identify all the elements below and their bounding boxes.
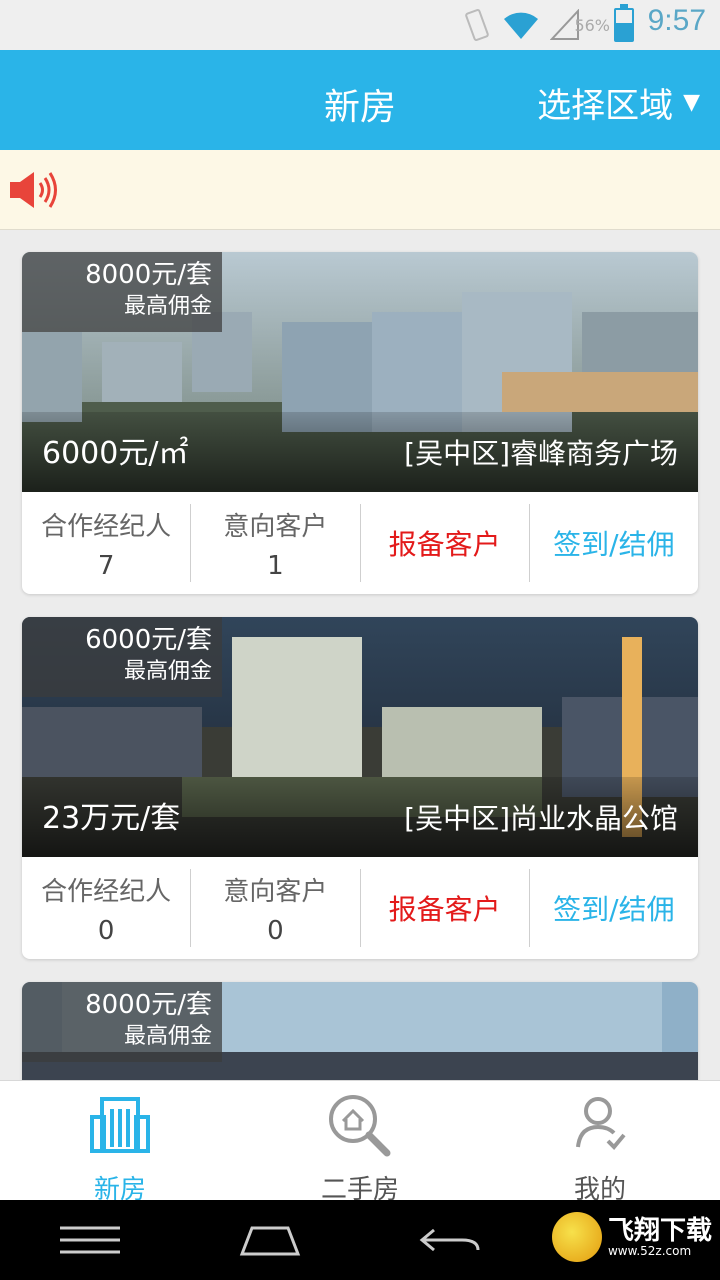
watermark-logo-icon: [551, 1212, 602, 1262]
app-bar: 新房 选择区域 ▼: [0, 50, 720, 150]
commission-amount: 6000元/套: [85, 625, 212, 655]
vibrate-icon: [465, 9, 489, 41]
chevron-down-icon: ▼: [683, 90, 700, 115]
checkin-settle-label: 签到/结佣: [553, 528, 675, 561]
watermark-text: 飞翔下载: [607, 1215, 712, 1245]
intent-clients-label: 意向客户: [223, 511, 328, 542]
commission-amount: 8000元/套: [85, 260, 212, 290]
partner-agents: 合作经纪人 0: [22, 869, 192, 947]
register-client-button[interactable]: 报备客户: [361, 504, 530, 582]
listing-stats: 合作经纪人 7 意向客户 1 报备客户 签到/结佣: [22, 492, 698, 594]
notice-bar[interactable]: [0, 150, 720, 230]
intent-clients-count: 1: [267, 550, 284, 581]
listing-card[interactable]: 8000元/套 最高佣金 6000元/㎡ [吴中区]睿峰商务广场 合作经纪人 7…: [22, 252, 698, 594]
partner-agents-count: 7: [97, 550, 115, 581]
listing-feed[interactable]: 8000元/套 最高佣金 6000元/㎡ [吴中区]睿峰商务广场 合作经纪人 7…: [0, 230, 720, 1080]
watermark: 飞翔下载 www.52z.com: [551, 1212, 712, 1262]
partner-agents: 合作经纪人 7: [22, 504, 192, 582]
tab-mine[interactable]: 我的: [480, 1081, 720, 1205]
battery-icon: [614, 4, 634, 42]
back-icon[interactable]: [418, 1220, 482, 1260]
listing-photo[interactable]: 8000元/套 最高佣金 6000元/㎡ [吴中区]睿峰商务广场: [22, 252, 698, 492]
register-client-button[interactable]: 报备客户: [361, 869, 530, 947]
listing-card[interactable]: 6000元/套 最高佣金 23万元/套 [吴中区]尚业水晶公馆 合作经纪人 0 …: [22, 617, 698, 959]
speaker-icon: [10, 172, 57, 208]
battery-level: [616, 23, 632, 40]
listing-stats: 合作经纪人 0 意向客户 0 报备客户 签到/结佣: [22, 857, 698, 959]
watermark-text-group: 飞翔下载 www.52z.com: [608, 1216, 712, 1258]
commission-label: 最高佣金: [123, 294, 212, 319]
listing-name: [吴中区]尚业水晶公馆: [404, 802, 678, 835]
commission-label: 最高佣金: [123, 1024, 212, 1049]
listing-caption: 23万元/套 [吴中区]尚业水晶公馆: [22, 777, 698, 857]
bottom-tab-bar: 新房 二手房 我的: [0, 1080, 720, 1205]
clock: 9:57: [647, 4, 706, 37]
intent-clients: 意向客户 1: [191, 504, 361, 582]
intent-clients-label: 意向客户: [223, 876, 328, 907]
tab-new-homes[interactable]: 新房: [0, 1081, 240, 1205]
house-search-icon: [329, 1095, 391, 1157]
listing-caption: 6000元/㎡ [吴中区]睿峰商务广场: [22, 412, 698, 492]
listing-card[interactable]: 8000元/套 最高佣金: [22, 982, 698, 1080]
listing-photo[interactable]: 8000元/套 最高佣金: [22, 982, 698, 1080]
register-client-label: 报备客户: [388, 893, 501, 926]
status-bar: 56% 9:57: [0, 0, 720, 50]
commission-badge: 6000元/套 最高佣金: [22, 617, 222, 697]
wifi-icon: [504, 12, 538, 39]
region-label: 选择区域: [537, 86, 674, 126]
checkin-settle-button[interactable]: 签到/结佣: [530, 869, 698, 947]
checkin-settle-button[interactable]: 签到/结佣: [530, 504, 698, 582]
status-icons: [462, 8, 580, 42]
commission-label: 最高佣金: [123, 659, 212, 684]
listing-name: [吴中区]睿峰商务广场: [404, 437, 678, 470]
listing-price: 23万元/套: [42, 801, 181, 836]
user-icon: [576, 1097, 626, 1150]
region-selector[interactable]: 选择区域 ▼: [537, 78, 700, 127]
register-client-label: 报备客户: [388, 528, 501, 561]
checkin-settle-label: 签到/结佣: [553, 893, 675, 926]
listing-photo[interactable]: 6000元/套 最高佣金 23万元/套 [吴中区]尚业水晶公馆: [22, 617, 698, 857]
tab-second-hand[interactable]: 二手房: [240, 1081, 480, 1205]
listing-price: 6000元/㎡: [42, 436, 189, 471]
partner-agents-label: 合作经纪人: [41, 876, 172, 907]
intent-clients: 意向客户 0: [191, 869, 361, 947]
partner-agents-label: 合作经纪人: [41, 511, 172, 542]
commission-badge: 8000元/套 最高佣金: [22, 252, 222, 332]
intent-clients-count: 0: [267, 915, 284, 946]
building-icon: [90, 1097, 150, 1153]
watermark-url: www.52z.com: [607, 1244, 692, 1258]
commission-amount: 8000元/套: [85, 990, 212, 1020]
partner-agents-count: 0: [97, 915, 115, 946]
battery-percent: 56%: [574, 16, 610, 35]
home-icon[interactable]: [238, 1220, 302, 1260]
menu-icon[interactable]: [58, 1220, 122, 1260]
commission-badge: 8000元/套 最高佣金: [22, 982, 222, 1062]
